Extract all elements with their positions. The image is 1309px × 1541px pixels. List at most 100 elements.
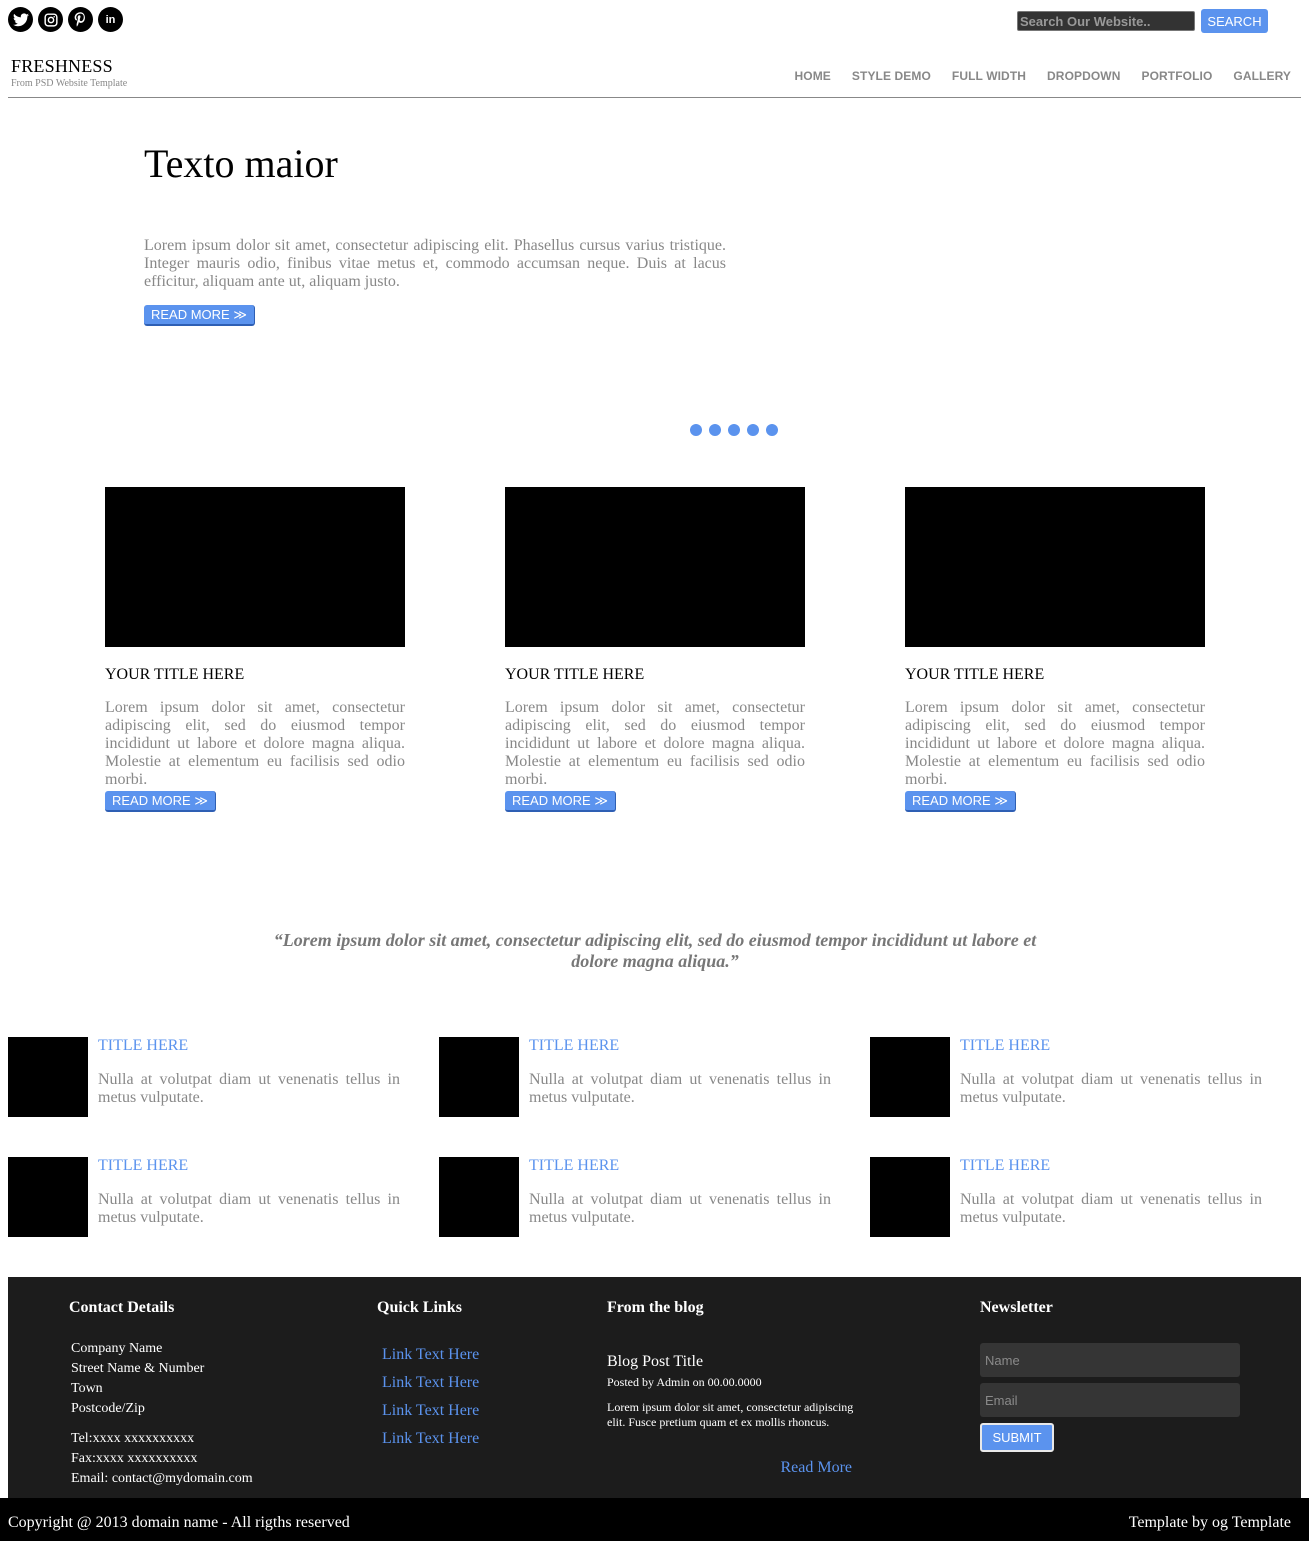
blog-heading: From the blog <box>607 1299 704 1316</box>
blog-post: Blog Post Title Posted by Admin on 00.00… <box>607 1353 867 1476</box>
contact-details: Company Name Street Name & Number Town P… <box>71 1339 253 1489</box>
contact-street: Street Name & Number <box>71 1361 205 1376</box>
blog-post-meta: Posted by Admin on 00.00.0000 <box>607 1375 762 1389</box>
feature-text: Lorem ipsum dolor sit amet, consectetur … <box>105 699 405 788</box>
feature-image <box>505 487 805 647</box>
item-thumbnail[interactable] <box>8 1037 88 1117</box>
search-bar: SEARCH <box>1017 9 1268 33</box>
feature-card: YOUR TITLE HERE Lorem ipsum dolor sit am… <box>905 487 1205 812</box>
contact-company: Company Name <box>71 1341 163 1356</box>
nav-gallery[interactable]: GALLERY <box>1233 69 1291 83</box>
site-name: FRESHNESS <box>11 56 113 76</box>
social-links: in <box>8 7 123 32</box>
newsletter-form: SUBMIT <box>980 1343 1240 1452</box>
item-thumbnail[interactable] <box>8 1157 88 1237</box>
hero-section: Texto maior Lorem ipsum dolor sit amet, … <box>144 140 726 326</box>
quick-link[interactable]: Link Text Here <box>382 1425 479 1453</box>
feature-read-more-button[interactable]: READ MORE ≫ <box>105 791 216 812</box>
feature-text: Lorem ipsum dolor sit amet, consectetur … <box>505 699 805 788</box>
feature-title: YOUR TITLE HERE <box>505 666 645 683</box>
feature-title: YOUR TITLE HERE <box>105 666 245 683</box>
item-title[interactable]: TITLE HERE <box>529 1037 619 1055</box>
nav-home[interactable]: HOME <box>795 69 831 83</box>
item-text: Nulla at volutpat diam ut venenatis tell… <box>960 1191 1262 1226</box>
blog-post-excerpt: Lorem ipsum dolor sit amet, consectetur … <box>607 1400 854 1429</box>
list-item: TITLE HERE Nulla at volutpat diam ut ven… <box>439 1037 839 1117</box>
nav-full-width[interactable]: FULL WIDTH <box>952 69 1026 83</box>
blog-read-more-link[interactable]: Read More <box>780 1459 852 1477</box>
site-brand[interactable]: FRESHNESS From PSD Website Template <box>11 56 127 89</box>
quick-links: Link Text Here Link Text Here Link Text … <box>382 1341 479 1453</box>
slider-dot[interactable] <box>747 424 759 436</box>
contact-town: Town <box>71 1381 103 1396</box>
item-title[interactable]: TITLE HERE <box>98 1037 188 1055</box>
pinterest-icon[interactable] <box>68 7 93 32</box>
main-nav: HOME STYLE DEMO FULL WIDTH DROPDOWN PORT… <box>774 69 1292 83</box>
slider-dot[interactable] <box>766 424 778 436</box>
site-tagline: From PSD Website Template <box>11 78 128 89</box>
slider-dot[interactable] <box>728 424 740 436</box>
contact-spacer <box>71 1419 253 1429</box>
nav-style-demo[interactable]: STYLE DEMO <box>852 69 931 83</box>
feature-title: YOUR TITLE HERE <box>905 666 1045 683</box>
newsletter-email-input[interactable] <box>980 1383 1240 1417</box>
copyright-text: Copyright @ 2013 domain name - All rigth… <box>8 1514 350 1531</box>
slider-dot[interactable] <box>690 424 702 436</box>
nav-dropdown[interactable]: DROPDOWN <box>1047 69 1120 83</box>
newsletter-heading: Newsletter <box>980 1299 1053 1316</box>
twitter-icon[interactable] <box>8 7 33 32</box>
list-item: TITLE HERE Nulla at volutpat diam ut ven… <box>870 1157 1270 1237</box>
testimonial-quote: “Lorem ipsum dolor sit amet, consectetur… <box>273 930 1037 971</box>
item-text: Nulla at volutpat diam ut venenatis tell… <box>98 1191 400 1226</box>
feature-read-more-button[interactable]: READ MORE ≫ <box>505 791 616 812</box>
search-button[interactable]: SEARCH <box>1201 9 1268 33</box>
feature-image <box>905 487 1205 647</box>
hero-text: Lorem ipsum dolor sit amet, consectetur … <box>144 237 726 290</box>
item-title[interactable]: TITLE HERE <box>529 1157 619 1175</box>
list-item: TITLE HERE Nulla at volutpat diam ut ven… <box>8 1037 408 1117</box>
instagram-icon[interactable] <box>38 7 63 32</box>
quick-links-heading: Quick Links <box>377 1299 462 1316</box>
feature-card: YOUR TITLE HERE Lorem ipsum dolor sit am… <box>505 487 805 812</box>
quick-link[interactable]: Link Text Here <box>382 1369 479 1397</box>
feature-read-more-button[interactable]: READ MORE ≫ <box>905 791 1016 812</box>
feature-card: YOUR TITLE HERE Lorem ipsum dolor sit am… <box>105 487 405 812</box>
item-thumbnail[interactable] <box>870 1157 950 1237</box>
item-text: Nulla at volutpat diam ut venenatis tell… <box>529 1071 831 1106</box>
item-title[interactable]: TITLE HERE <box>960 1157 1050 1175</box>
list-item: TITLE HERE Nulla at volutpat diam ut ven… <box>8 1157 408 1237</box>
list-item: TITLE HERE Nulla at volutpat diam ut ven… <box>870 1037 1270 1117</box>
header-divider <box>8 97 1301 98</box>
item-text: Nulla at volutpat diam ut venenatis tell… <box>98 1071 400 1106</box>
newsletter-submit-button[interactable]: SUBMIT <box>980 1423 1054 1452</box>
hero-title: Texto maior <box>144 141 338 186</box>
item-title[interactable]: TITLE HERE <box>98 1157 188 1175</box>
linkedin-icon[interactable]: in <box>98 7 123 32</box>
nav-portfolio[interactable]: PORTFOLIO <box>1142 69 1213 83</box>
item-thumbnail[interactable] <box>439 1157 519 1237</box>
contact-heading: Contact Details <box>69 1299 175 1316</box>
contact-tel: Tel:xxxx xxxxxxxxxx <box>71 1431 195 1446</box>
item-title[interactable]: TITLE HERE <box>960 1037 1050 1055</box>
copyright-bar: Copyright @ 2013 domain name - All rigth… <box>0 1498 1309 1541</box>
slider-dot[interactable] <box>709 424 721 436</box>
feature-text: Lorem ipsum dolor sit amet, consectetur … <box>905 699 1205 788</box>
template-credit[interactable]: Template by og Template <box>1129 1514 1291 1532</box>
contact-fax: Fax:xxxx xxxxxxxxxx <box>71 1451 198 1466</box>
hero-read-more-button[interactable]: READ MORE ≫ <box>144 305 255 326</box>
blog-post-title[interactable]: Blog Post Title <box>607 1353 867 1371</box>
contact-postcode: Postcode/Zip <box>71 1401 145 1416</box>
list-item: TITLE HERE Nulla at volutpat diam ut ven… <box>439 1157 839 1237</box>
feature-image <box>105 487 405 647</box>
item-text: Nulla at volutpat diam ut venenatis tell… <box>960 1071 1262 1106</box>
quick-link[interactable]: Link Text Here <box>382 1341 479 1369</box>
contact-email[interactable]: Email: contact@mydomain.com <box>71 1469 253 1489</box>
site-footer: Contact Details Company Name Street Name… <box>8 1277 1301 1498</box>
quick-link[interactable]: Link Text Here <box>382 1397 479 1425</box>
slider-dots <box>690 424 778 436</box>
newsletter-name-input[interactable] <box>980 1343 1240 1377</box>
item-thumbnail[interactable] <box>870 1037 950 1117</box>
search-input[interactable] <box>1017 11 1195 31</box>
item-thumbnail[interactable] <box>439 1037 519 1117</box>
item-text: Nulla at volutpat diam ut venenatis tell… <box>529 1191 831 1226</box>
